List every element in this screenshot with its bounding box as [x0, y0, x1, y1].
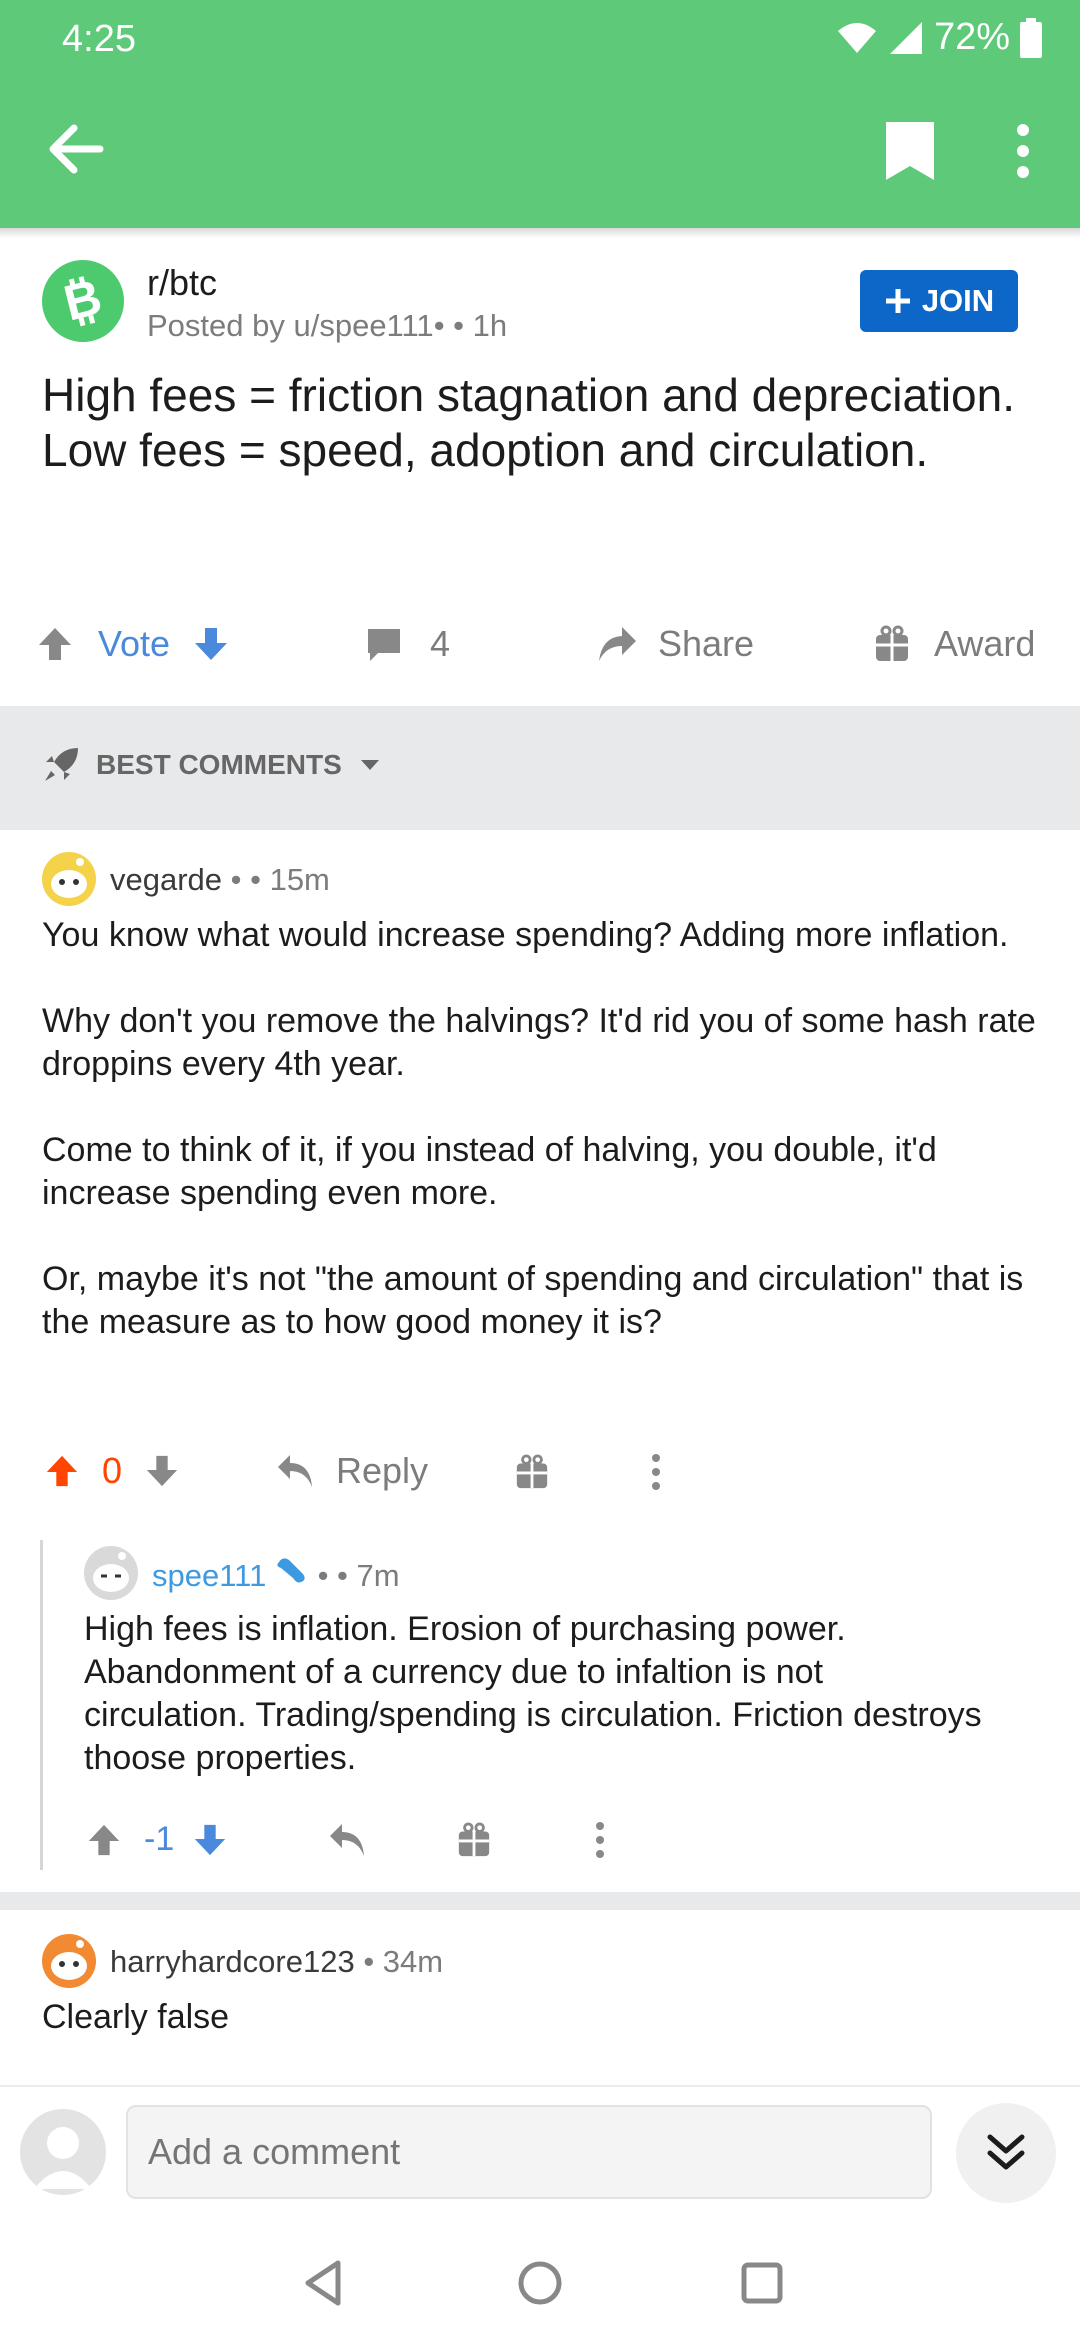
app-bar	[0, 80, 1080, 228]
bookmark-icon[interactable]	[880, 116, 940, 186]
reply-button[interactable]: Reply	[276, 1450, 428, 1492]
comments-button[interactable]: 4	[364, 610, 450, 678]
caret-down-icon	[360, 760, 379, 770]
reply-icon[interactable]	[328, 1822, 368, 1858]
sort-label: BEST COMMENTS	[96, 749, 342, 780]
comment-header: vegarde • • 15m	[110, 862, 330, 897]
more-vertical-icon[interactable]	[644, 1452, 668, 1492]
comment-paragraph: You know what would increase spending? A…	[42, 916, 1009, 954]
nav-back-icon[interactable]	[294, 2253, 354, 2313]
collapse-button[interactable]	[956, 2103, 1056, 2203]
chevron-double-down-icon	[987, 2134, 1025, 2170]
join-button[interactable]: JOIN	[860, 270, 1018, 332]
subreddit-avatar[interactable]: B	[42, 260, 124, 342]
comment-input[interactable]	[126, 2105, 932, 2199]
reply-label: Reply	[336, 1450, 429, 1491]
upvote-icon[interactable]	[36, 625, 74, 663]
thread-line	[40, 1540, 43, 1870]
comment-actions: -1	[86, 1820, 228, 1859]
comment-author[interactable]: harryhardcore123	[110, 1944, 355, 1979]
comment-body: Clearly false	[42, 1996, 1042, 2039]
avatar[interactable]	[42, 852, 96, 906]
system-nav-bar	[0, 2215, 1080, 2340]
avatar[interactable]	[20, 2109, 106, 2195]
comment-paragraph: Clearly false	[42, 1998, 230, 2036]
signal-icon	[889, 21, 922, 54]
snoo-avatar-icon	[93, 1552, 129, 1592]
comment-score: -1	[144, 1820, 175, 1858]
battery-percent: 72%	[933, 16, 1010, 58]
post-author[interactable]: Posted by u/spee111	[147, 308, 434, 343]
downvote-icon[interactable]	[144, 1453, 180, 1489]
post-vote-group: Vote	[36, 610, 230, 678]
more-vertical-icon[interactable]	[588, 1820, 612, 1860]
nav-recents-icon[interactable]	[732, 2253, 792, 2313]
share-label: Share	[658, 623, 755, 664]
comment-body: High fees is inflation. Erosion of purch…	[84, 1608, 984, 1780]
award-button[interactable]: Award	[874, 610, 1035, 678]
post-action-bar: Vote 4 Share Award	[0, 610, 1080, 678]
post-meta: Posted by u/spee111• • 1h	[147, 308, 508, 343]
wrench-icon	[277, 1558, 305, 1583]
comment-sort-bar[interactable]: BEST COMMENTS	[0, 706, 1080, 830]
comment-author[interactable]: spee111	[152, 1558, 266, 1593]
comment-time: 34m	[382, 1944, 444, 1979]
comment-count: 4	[430, 623, 451, 664]
more-vertical-icon[interactable]	[1000, 116, 1046, 186]
upvote-icon[interactable]	[86, 1822, 122, 1858]
comment-time: 7m	[356, 1558, 400, 1593]
award-label: Award	[934, 623, 1036, 664]
downvote-icon[interactable]	[192, 1822, 228, 1858]
snoo-avatar-icon	[51, 858, 87, 898]
downvote-icon[interactable]	[192, 625, 230, 663]
join-label: JOIN	[921, 283, 995, 318]
status-bar: 4:25 72%	[0, 0, 1080, 80]
comment-body: You know what would increase spending? A…	[42, 914, 1042, 1344]
gift-icon	[876, 625, 908, 661]
share-button[interactable]: Share	[596, 610, 754, 678]
comment-icon	[368, 629, 400, 661]
comment-author[interactable]: vegarde	[110, 862, 222, 897]
comment-divider	[0, 1892, 1080, 1910]
snoo-avatar-icon	[51, 1940, 87, 1980]
post-time: 1h	[472, 308, 508, 343]
rocket-icon	[45, 748, 78, 781]
post-detail-screen: 4:25 72% B r/btc Posted by u/spee111• • …	[0, 0, 1080, 2340]
comment-paragraph: High fees is inflation. Erosion of purch…	[84, 1610, 982, 1777]
plus-icon	[885, 289, 910, 313]
comment-header: spee111 • • 7m	[152, 1558, 400, 1593]
share-icon	[599, 627, 636, 661]
avatar[interactable]	[42, 1934, 96, 1988]
battery-icon	[1020, 17, 1042, 58]
comment-paragraph: Come to think of it, if you instead of h…	[42, 1131, 937, 1212]
comment-header: harryhardcore123 • 34m	[110, 1944, 444, 1979]
comment-score: 0	[102, 1450, 123, 1491]
user-icon	[34, 2127, 92, 2189]
comment-paragraph: Why don't you remove the halvings? It'd …	[42, 1002, 1036, 1083]
subreddit-name[interactable]: r/btc	[147, 262, 217, 304]
comment-time: 15m	[269, 862, 330, 897]
reply-icon	[278, 1455, 312, 1487]
avatar[interactable]	[84, 1546, 138, 1600]
gift-icon[interactable]	[514, 1454, 550, 1490]
upvote-icon[interactable]	[44, 1453, 80, 1489]
nav-home-icon[interactable]	[510, 2253, 570, 2313]
comment-composer-bar	[0, 2085, 1080, 2215]
bitcoin-cash-icon: B	[58, 271, 107, 331]
status-time: 4:25	[62, 18, 136, 60]
comment-paragraph: Or, maybe it's not "the amount of spendi…	[42, 1260, 1024, 1341]
post-title: High fees = friction stagnation and depr…	[42, 369, 1016, 476]
gift-icon[interactable]	[456, 1822, 492, 1858]
arrow-left-icon[interactable]	[40, 114, 110, 184]
wifi-icon	[837, 22, 876, 53]
vote-label: Vote	[98, 623, 171, 664]
comment-actions: 0	[44, 1450, 180, 1492]
